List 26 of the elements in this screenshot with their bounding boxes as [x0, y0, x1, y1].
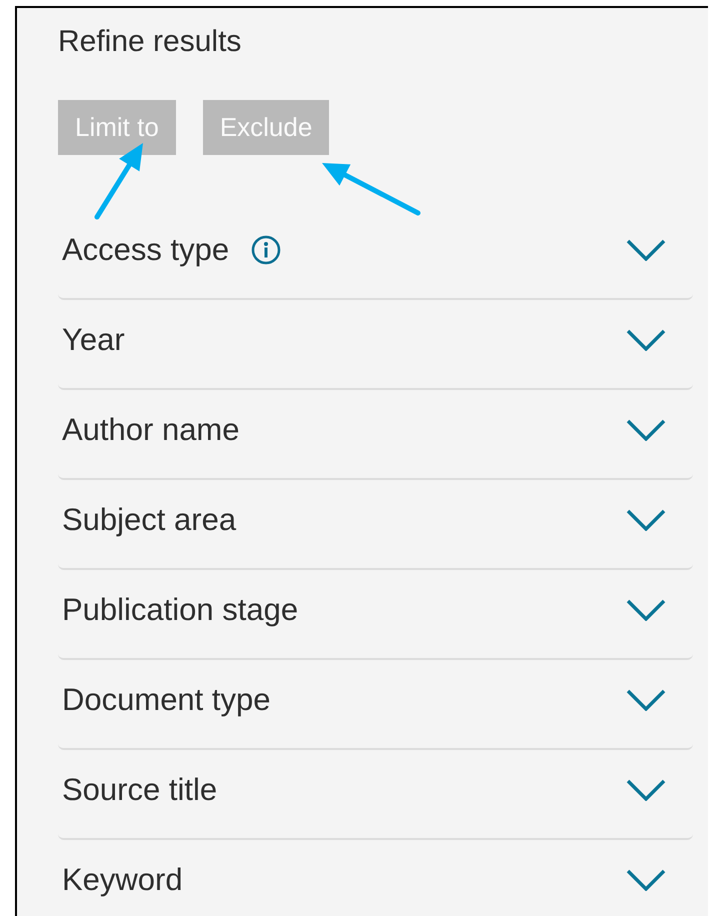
filter-row[interactable]: Subject area — [58, 482, 693, 570]
chevron-icon[interactable] — [626, 509, 666, 531]
panel-title: Refine results — [58, 24, 242, 60]
filter-label: Author name — [62, 412, 240, 448]
filter-row[interactable]: Author name — [58, 392, 693, 480]
filter-label: Source title — [62, 772, 218, 808]
filter-row[interactable]: Keyword — [58, 842, 693, 916]
filter-row[interactable]: Year — [58, 302, 693, 390]
info-icon[interactable] — [251, 235, 282, 265]
filter-row[interactable]: Document type — [58, 662, 693, 750]
filter-label: Access type — [62, 232, 230, 268]
filter-label: Year — [62, 322, 125, 358]
filter-row[interactable]: Publication stage — [58, 572, 693, 660]
filter-label: Document type — [62, 682, 270, 718]
filter-label: Subject area — [62, 502, 236, 538]
chevron-icon[interactable] — [626, 869, 666, 891]
chevron-icon[interactable] — [626, 239, 666, 261]
chevron-icon[interactable] — [626, 419, 666, 441]
filter-row[interactable]: Access type — [58, 212, 693, 300]
chevron-icon[interactable] — [626, 329, 666, 351]
filter-label: Keyword — [62, 862, 183, 898]
chevron-icon[interactable] — [626, 599, 666, 621]
chevron-icon[interactable] — [626, 689, 666, 711]
chevron-icon[interactable] — [626, 779, 666, 801]
filter-row[interactable]: Source title — [58, 752, 693, 840]
filter-label: Publication stage — [62, 592, 298, 628]
